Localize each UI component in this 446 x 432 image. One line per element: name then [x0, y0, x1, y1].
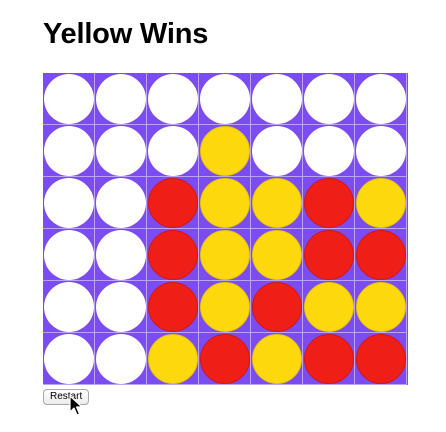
board-cell[interactable]	[95, 125, 147, 177]
empty-slot	[96, 126, 146, 176]
board-cell[interactable]	[355, 73, 407, 125]
board-cell[interactable]	[303, 229, 355, 281]
empty-slot	[148, 74, 198, 124]
board-cell[interactable]	[147, 177, 199, 229]
board-cell[interactable]	[43, 281, 95, 333]
yellow-disc	[304, 282, 354, 332]
board-cell[interactable]	[355, 177, 407, 229]
empty-slot	[356, 74, 406, 124]
board-cell[interactable]	[43, 229, 95, 281]
empty-slot	[44, 334, 94, 384]
board-cell[interactable]	[95, 73, 147, 125]
board-cell[interactable]	[303, 281, 355, 333]
empty-slot	[356, 126, 406, 176]
board-cell[interactable]	[303, 125, 355, 177]
board-cell[interactable]	[355, 229, 407, 281]
board-cell[interactable]	[43, 125, 95, 177]
board-cell[interactable]	[355, 281, 407, 333]
board-cell[interactable]	[43, 333, 95, 385]
board-cell[interactable]	[199, 125, 251, 177]
empty-slot	[96, 334, 146, 384]
empty-slot	[96, 178, 146, 228]
empty-slot	[44, 74, 94, 124]
red-disc	[200, 334, 250, 384]
empty-slot	[304, 74, 354, 124]
board-cell[interactable]	[199, 281, 251, 333]
yellow-disc	[148, 334, 198, 384]
board-cell[interactable]	[147, 281, 199, 333]
board-cell[interactable]	[43, 73, 95, 125]
board-cell[interactable]	[199, 177, 251, 229]
restart-button[interactable]: Restart	[43, 389, 90, 405]
empty-slot	[96, 282, 146, 332]
yellow-disc	[252, 178, 302, 228]
board-cell[interactable]	[303, 333, 355, 385]
yellow-disc	[200, 178, 250, 228]
board-cell[interactable]	[147, 125, 199, 177]
empty-slot	[44, 282, 94, 332]
board-cell[interactable]	[251, 333, 303, 385]
yellow-disc	[356, 178, 406, 228]
red-disc	[356, 334, 406, 384]
yellow-disc	[200, 126, 250, 176]
empty-slot	[96, 230, 146, 280]
yellow-disc	[200, 230, 250, 280]
yellow-disc	[200, 282, 250, 332]
red-disc	[304, 334, 354, 384]
red-disc	[148, 178, 198, 228]
empty-slot	[200, 74, 250, 124]
empty-slot	[96, 74, 146, 124]
yellow-disc	[356, 282, 406, 332]
game-status-title: Yellow Wins	[43, 18, 209, 50]
board-cell[interactable]	[147, 73, 199, 125]
board-cell[interactable]	[95, 333, 147, 385]
empty-slot	[44, 126, 94, 176]
board-cell[interactable]	[199, 229, 251, 281]
red-disc	[252, 282, 302, 332]
red-disc	[304, 230, 354, 280]
yellow-disc	[252, 334, 302, 384]
board-cell[interactable]	[303, 73, 355, 125]
red-disc	[148, 230, 198, 280]
board-cell[interactable]	[43, 177, 95, 229]
board-cell[interactable]	[147, 229, 199, 281]
red-disc	[304, 178, 354, 228]
board-cell[interactable]	[147, 333, 199, 385]
empty-slot	[252, 126, 302, 176]
empty-slot	[44, 230, 94, 280]
red-disc	[356, 230, 406, 280]
game-board[interactable]	[43, 73, 408, 385]
empty-slot	[44, 178, 94, 228]
board-cell[interactable]	[251, 73, 303, 125]
board-cell[interactable]	[199, 73, 251, 125]
red-disc	[148, 282, 198, 332]
board-cell[interactable]	[355, 333, 407, 385]
empty-slot	[148, 126, 198, 176]
board-cell[interactable]	[251, 281, 303, 333]
empty-slot	[304, 126, 354, 176]
yellow-disc	[252, 230, 302, 280]
board-cell[interactable]	[95, 229, 147, 281]
board-cell[interactable]	[95, 281, 147, 333]
board-cell[interactable]	[355, 125, 407, 177]
board-cell[interactable]	[303, 177, 355, 229]
board-cell[interactable]	[251, 229, 303, 281]
board-cell[interactable]	[251, 125, 303, 177]
board-cell[interactable]	[251, 177, 303, 229]
board-cell[interactable]	[95, 177, 147, 229]
board-cell[interactable]	[199, 333, 251, 385]
empty-slot	[252, 74, 302, 124]
